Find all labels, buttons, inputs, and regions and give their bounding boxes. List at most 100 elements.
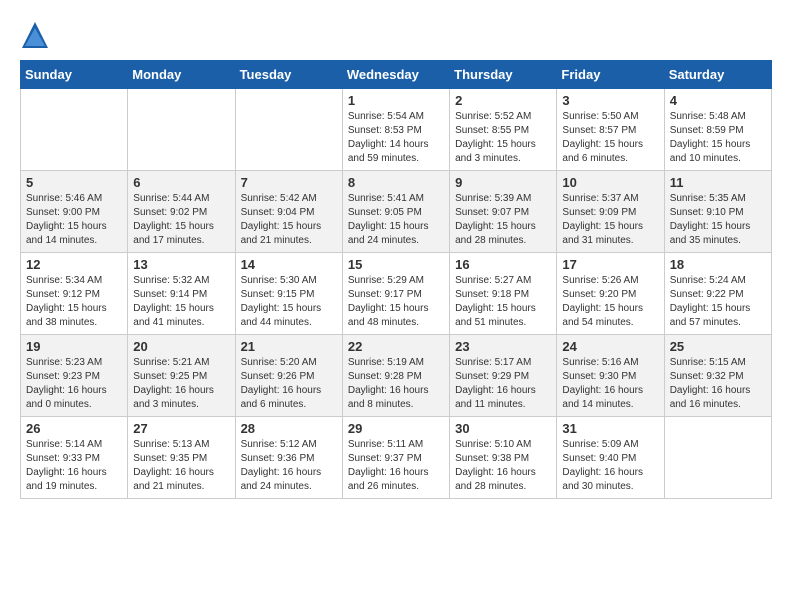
col-header-monday: Monday bbox=[128, 61, 235, 89]
calendar-cell: 4 Sunrise: 5:48 AM Sunset: 8:59 PM Daylig… bbox=[664, 89, 771, 171]
day-info: Sunrise: 5:29 AM Sunset: 9:17 PM Dayligh… bbox=[348, 274, 444, 330]
calendar-cell: 26 Sunrise: 5:14 AM Sunset: 9:33 PM Dayli… bbox=[21, 417, 128, 499]
day-info: Sunrise: 5:32 AM Sunset: 9:14 PM Dayligh… bbox=[133, 274, 229, 330]
page-header bbox=[20, 20, 772, 50]
day-number: 3 bbox=[562, 93, 658, 108]
day-info: Sunrise: 5:19 AM Sunset: 9:28 PM Dayligh… bbox=[348, 356, 444, 412]
day-info: Sunrise: 5:41 AM Sunset: 9:05 PM Dayligh… bbox=[348, 192, 444, 248]
day-number: 4 bbox=[670, 93, 766, 108]
calendar-cell: 19 Sunrise: 5:23 AM Sunset: 9:23 PM Dayli… bbox=[21, 335, 128, 417]
calendar-cell: 30 Sunrise: 5:10 AM Sunset: 9:38 PM Dayli… bbox=[450, 417, 557, 499]
day-info: Sunrise: 5:15 AM Sunset: 9:32 PM Dayligh… bbox=[670, 356, 766, 412]
day-info: Sunrise: 5:13 AM Sunset: 9:35 PM Dayligh… bbox=[133, 438, 229, 494]
day-number: 13 bbox=[133, 257, 229, 272]
logo-icon bbox=[20, 20, 50, 50]
day-number: 26 bbox=[26, 421, 122, 436]
col-header-thursday: Thursday bbox=[450, 61, 557, 89]
calendar-cell: 27 Sunrise: 5:13 AM Sunset: 9:35 PM Dayli… bbox=[128, 417, 235, 499]
day-info: Sunrise: 5:23 AM Sunset: 9:23 PM Dayligh… bbox=[26, 356, 122, 412]
logo bbox=[20, 20, 54, 50]
calendar-cell: 29 Sunrise: 5:11 AM Sunset: 9:37 PM Dayli… bbox=[342, 417, 449, 499]
calendar-cell: 17 Sunrise: 5:26 AM Sunset: 9:20 PM Dayli… bbox=[557, 253, 664, 335]
day-number: 30 bbox=[455, 421, 551, 436]
calendar-cell: 1Sunrise: 5:54 AM Sunset: 8:53 PM Daylig… bbox=[342, 89, 449, 171]
day-info: Sunrise: 5:48 AM Sunset: 8:59 PM Dayligh… bbox=[670, 110, 766, 166]
calendar-cell: 7 Sunrise: 5:42 AM Sunset: 9:04 PM Daylig… bbox=[235, 171, 342, 253]
day-info: Sunrise: 5:26 AM Sunset: 9:20 PM Dayligh… bbox=[562, 274, 658, 330]
day-number: 27 bbox=[133, 421, 229, 436]
calendar-cell: 16Sunrise: 5:27 AM Sunset: 9:18 PM Dayli… bbox=[450, 253, 557, 335]
day-info: Sunrise: 5:09 AM Sunset: 9:40 PM Dayligh… bbox=[562, 438, 658, 494]
col-header-saturday: Saturday bbox=[664, 61, 771, 89]
calendar-cell: 20 Sunrise: 5:21 AM Sunset: 9:25 PM Dayli… bbox=[128, 335, 235, 417]
calendar-cell: 15Sunrise: 5:29 AM Sunset: 9:17 PM Dayli… bbox=[342, 253, 449, 335]
calendar-cell: 12 Sunrise: 5:34 AM Sunset: 9:12 PM Dayli… bbox=[21, 253, 128, 335]
calendar-cell: 2 Sunrise: 5:52 AM Sunset: 8:55 PM Daylig… bbox=[450, 89, 557, 171]
day-info: Sunrise: 5:34 AM Sunset: 9:12 PM Dayligh… bbox=[26, 274, 122, 330]
day-number: 9 bbox=[455, 175, 551, 190]
calendar-cell bbox=[664, 417, 771, 499]
day-number: 2 bbox=[455, 93, 551, 108]
day-number: 24 bbox=[562, 339, 658, 354]
day-info: Sunrise: 5:12 AM Sunset: 9:36 PM Dayligh… bbox=[241, 438, 337, 494]
day-info: Sunrise: 5:52 AM Sunset: 8:55 PM Dayligh… bbox=[455, 110, 551, 166]
day-info: Sunrise: 5:42 AM Sunset: 9:04 PM Dayligh… bbox=[241, 192, 337, 248]
day-info: Sunrise: 5:14 AM Sunset: 9:33 PM Dayligh… bbox=[26, 438, 122, 494]
day-number: 17 bbox=[562, 257, 658, 272]
day-number: 11 bbox=[670, 175, 766, 190]
calendar-cell: 31 Sunrise: 5:09 AM Sunset: 9:40 PM Dayli… bbox=[557, 417, 664, 499]
calendar-cell: 3 Sunrise: 5:50 AM Sunset: 8:57 PM Daylig… bbox=[557, 89, 664, 171]
calendar-cell: 5Sunrise: 5:46 AM Sunset: 9:00 PM Daylig… bbox=[21, 171, 128, 253]
calendar-cell: 6Sunrise: 5:44 AM Sunset: 9:02 PM Daylig… bbox=[128, 171, 235, 253]
calendar-cell: 9 Sunrise: 5:39 AM Sunset: 9:07 PM Daylig… bbox=[450, 171, 557, 253]
col-header-sunday: Sunday bbox=[21, 61, 128, 89]
calendar-cell bbox=[235, 89, 342, 171]
day-info: Sunrise: 5:50 AM Sunset: 8:57 PM Dayligh… bbox=[562, 110, 658, 166]
calendar-cell bbox=[128, 89, 235, 171]
calendar-week-row: 1Sunrise: 5:54 AM Sunset: 8:53 PM Daylig… bbox=[21, 89, 772, 171]
day-number: 7 bbox=[241, 175, 337, 190]
calendar-cell: 28Sunrise: 5:12 AM Sunset: 9:36 PM Dayli… bbox=[235, 417, 342, 499]
calendar-cell: 22Sunrise: 5:19 AM Sunset: 9:28 PM Dayli… bbox=[342, 335, 449, 417]
calendar-cell: 23 Sunrise: 5:17 AM Sunset: 9:29 PM Dayli… bbox=[450, 335, 557, 417]
day-info: Sunrise: 5:16 AM Sunset: 9:30 PM Dayligh… bbox=[562, 356, 658, 412]
calendar-table: SundayMondayTuesdayWednesdayThursdayFrid… bbox=[20, 60, 772, 499]
calendar-week-row: 12 Sunrise: 5:34 AM Sunset: 9:12 PM Dayli… bbox=[21, 253, 772, 335]
col-header-tuesday: Tuesday bbox=[235, 61, 342, 89]
day-info: Sunrise: 5:21 AM Sunset: 9:25 PM Dayligh… bbox=[133, 356, 229, 412]
calendar-cell: 25Sunrise: 5:15 AM Sunset: 9:32 PM Dayli… bbox=[664, 335, 771, 417]
day-number: 23 bbox=[455, 339, 551, 354]
day-info: Sunrise: 5:11 AM Sunset: 9:37 PM Dayligh… bbox=[348, 438, 444, 494]
day-number: 1 bbox=[348, 93, 444, 108]
day-info: Sunrise: 5:27 AM Sunset: 9:18 PM Dayligh… bbox=[455, 274, 551, 330]
day-info: Sunrise: 5:44 AM Sunset: 9:02 PM Dayligh… bbox=[133, 192, 229, 248]
calendar-cell bbox=[21, 89, 128, 171]
day-number: 14 bbox=[241, 257, 337, 272]
col-header-wednesday: Wednesday bbox=[342, 61, 449, 89]
day-number: 18 bbox=[670, 257, 766, 272]
day-info: Sunrise: 5:46 AM Sunset: 9:00 PM Dayligh… bbox=[26, 192, 122, 248]
calendar-cell: 11Sunrise: 5:35 AM Sunset: 9:10 PM Dayli… bbox=[664, 171, 771, 253]
calendar-cell: 14Sunrise: 5:30 AM Sunset: 9:15 PM Dayli… bbox=[235, 253, 342, 335]
day-number: 19 bbox=[26, 339, 122, 354]
day-number: 10 bbox=[562, 175, 658, 190]
day-number: 12 bbox=[26, 257, 122, 272]
calendar-week-row: 19 Sunrise: 5:23 AM Sunset: 9:23 PM Dayli… bbox=[21, 335, 772, 417]
day-number: 29 bbox=[348, 421, 444, 436]
col-header-friday: Friday bbox=[557, 61, 664, 89]
calendar-cell: 18 Sunrise: 5:24 AM Sunset: 9:22 PM Dayli… bbox=[664, 253, 771, 335]
calendar-header-row: SundayMondayTuesdayWednesdayThursdayFrid… bbox=[21, 61, 772, 89]
day-info: Sunrise: 5:20 AM Sunset: 9:26 PM Dayligh… bbox=[241, 356, 337, 412]
day-number: 21 bbox=[241, 339, 337, 354]
day-number: 31 bbox=[562, 421, 658, 436]
calendar-week-row: 5Sunrise: 5:46 AM Sunset: 9:00 PM Daylig… bbox=[21, 171, 772, 253]
day-info: Sunrise: 5:39 AM Sunset: 9:07 PM Dayligh… bbox=[455, 192, 551, 248]
day-info: Sunrise: 5:10 AM Sunset: 9:38 PM Dayligh… bbox=[455, 438, 551, 494]
day-info: Sunrise: 5:17 AM Sunset: 9:29 PM Dayligh… bbox=[455, 356, 551, 412]
calendar-cell: 24 Sunrise: 5:16 AM Sunset: 9:30 PM Dayli… bbox=[557, 335, 664, 417]
day-info: Sunrise: 5:37 AM Sunset: 9:09 PM Dayligh… bbox=[562, 192, 658, 248]
calendar-cell: 10 Sunrise: 5:37 AM Sunset: 9:09 PM Dayli… bbox=[557, 171, 664, 253]
day-info: Sunrise: 5:24 AM Sunset: 9:22 PM Dayligh… bbox=[670, 274, 766, 330]
day-number: 20 bbox=[133, 339, 229, 354]
calendar-cell: 8Sunrise: 5:41 AM Sunset: 9:05 PM Daylig… bbox=[342, 171, 449, 253]
